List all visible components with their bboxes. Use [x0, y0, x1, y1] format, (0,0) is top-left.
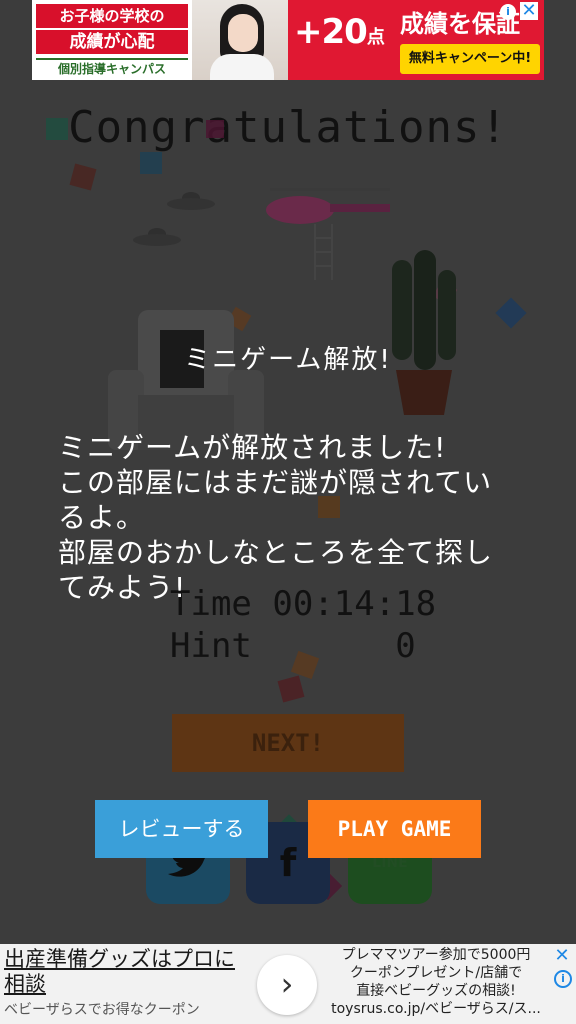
chevron-right-icon[interactable]: › — [257, 955, 317, 1015]
next-button[interactable]: NEXT! — [172, 714, 404, 772]
bottom-ad-desc-line: 直接ベビーグッズの相談! — [356, 983, 516, 999]
confetti-piece — [206, 120, 224, 138]
bottom-ad-description: プレママツアー参加で5000円 クーポンプレゼント/店舗で 直接ベビーグッズの相… — [322, 946, 550, 1018]
ad-brand: 個別指導キャンパス — [36, 58, 188, 76]
confetti-piece — [495, 297, 527, 329]
popup-title: ミニゲーム解放! — [184, 345, 392, 375]
popup-message-line: 部屋のおかしなところを全て探し — [58, 536, 494, 569]
ufo-icon — [167, 192, 215, 210]
congratulations-title: Congratulations! — [68, 102, 508, 153]
play-game-button[interactable]: PLAY GAME — [308, 800, 481, 858]
bottom-ad-headline[interactable]: 出産準備グッズはプロに相談 — [4, 947, 254, 997]
bottom-ad-desc-line: toysrus.co.jp/ベビーザらス/ス... — [331, 1001, 541, 1017]
hint-label: Hint — [170, 626, 252, 666]
popup-message-line: るよ。 — [58, 501, 146, 534]
review-button[interactable]: レビューする — [95, 800, 268, 858]
hint-row: Hint 0 — [170, 625, 436, 667]
bottom-ad-subtitle: ベビーザらスでお得なクーポン — [4, 1002, 200, 1018]
popup-message: ミニゲームが解放されました! この部屋にはまだ謎が隠されてい るよ。 部屋のおか… — [58, 430, 528, 605]
ad-photo — [192, 0, 288, 80]
ad-info-icon[interactable]: i — [500, 4, 516, 20]
bottom-ad-desc-line: プレママツアー参加で5000円 — [341, 947, 531, 963]
bottom-ad-info-icon[interactable]: i — [554, 970, 572, 988]
ufo-icon — [133, 228, 181, 246]
ad-line-1: お子様の学校の — [36, 4, 188, 28]
popup-message-line: ミニゲームが解放されました! — [58, 431, 447, 464]
confetti-piece — [69, 163, 97, 191]
cactus-plant-icon — [392, 250, 456, 415]
confetti-piece — [140, 152, 162, 174]
hint-value: 0 — [395, 626, 416, 666]
helicopter-icon — [266, 188, 390, 280]
top-ad-banner[interactable]: お子様の学校の 成績が心配 個別指導キャンパス +20点 成績を保証 無料キャン… — [32, 0, 544, 80]
ad-close-icon[interactable]: ✕ — [520, 2, 538, 20]
ad-left-panel: お子様の学校の 成績が心配 個別指導キャンパス — [32, 0, 192, 80]
bottom-ad-desc-line: クーポンプレゼント/店舗で — [349, 965, 523, 981]
popup-message-line: この部屋にはまだ謎が隠されてい — [58, 466, 493, 499]
bottom-ad-banner[interactable]: 出産準備グッズはプロに相談 ベビーザらスでお得なクーポン › プレママツアー参加… — [0, 944, 576, 1024]
ad-cta-button[interactable]: 無料キャンペーン中! — [400, 44, 540, 74]
ad-line-2: 成績が心配 — [36, 30, 188, 54]
bottom-ad-close-icon[interactable]: ✕ — [552, 946, 572, 966]
confetti-piece — [277, 675, 305, 703]
popup-message-line: てみよう! — [58, 571, 187, 604]
confetti-piece — [46, 118, 68, 140]
ad-points: +20点 — [294, 12, 385, 52]
